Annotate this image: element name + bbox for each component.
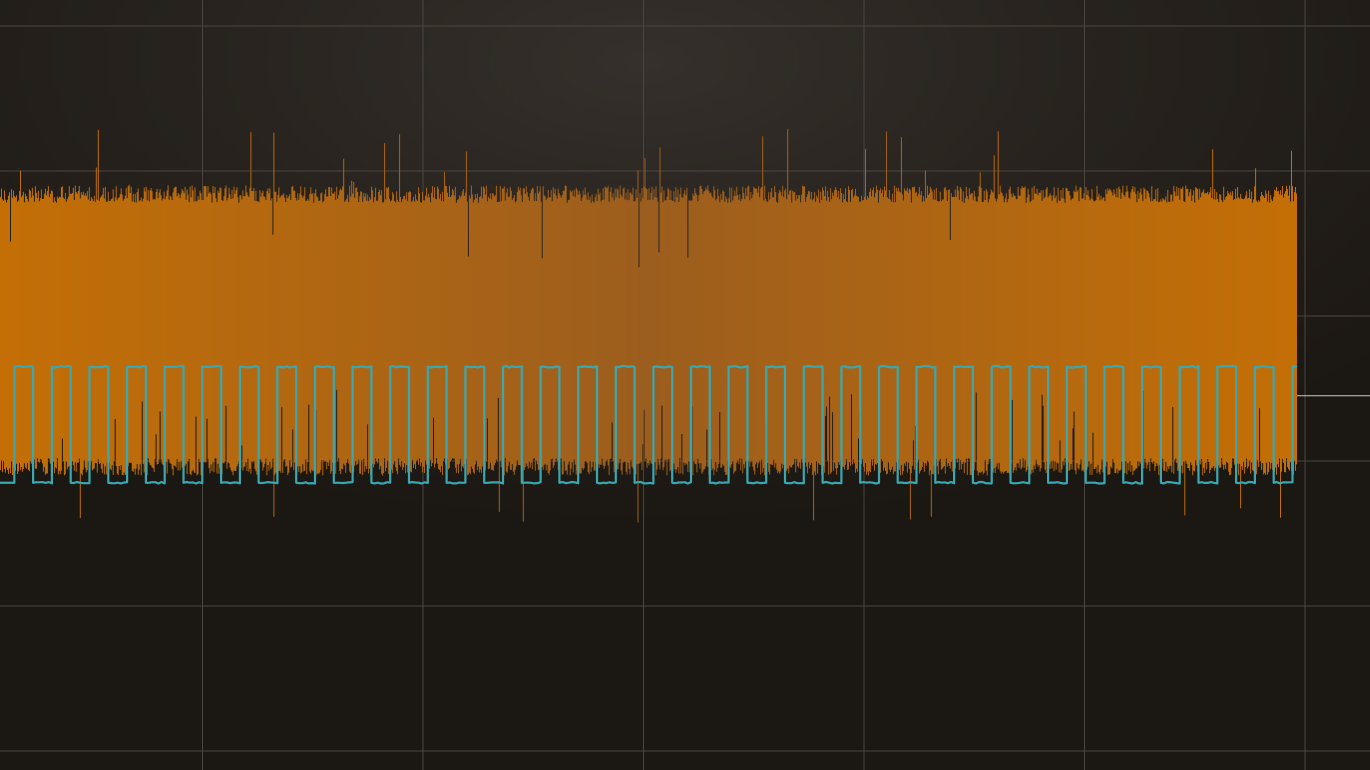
waveform-plot [0, 0, 1370, 770]
oscilloscope-display [0, 0, 1370, 770]
noise-band-area [0, 129, 1297, 523]
noise-band-trace [0, 129, 1297, 523]
